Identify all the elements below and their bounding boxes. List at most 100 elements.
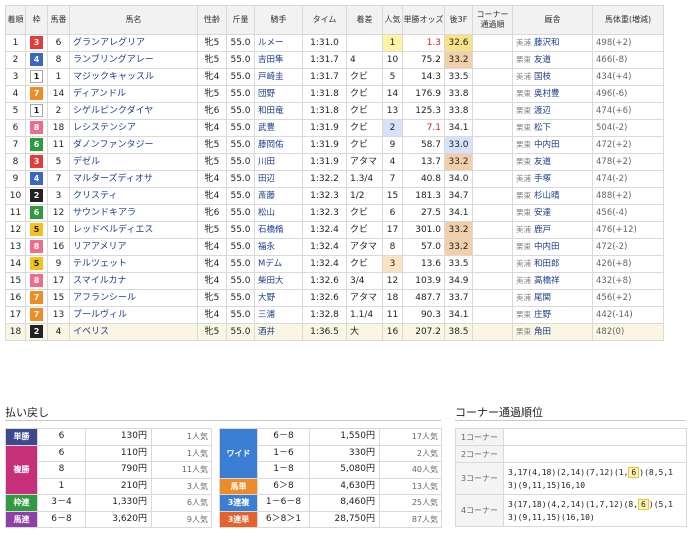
trainer-link[interactable]: 国枝 — [534, 72, 551, 82]
horse-name-link[interactable]: ダノンファンタジー — [69, 136, 198, 154]
trainer-link[interactable]: 安達 — [534, 208, 551, 218]
body-weight: 488(+2) — [592, 187, 664, 205]
horse-name-link[interactable]: リアアメリア — [69, 238, 198, 256]
trainer-link[interactable]: 中内田 — [534, 242, 560, 252]
waku-badge: 5 — [30, 222, 43, 236]
jockey-link[interactable]: 酒井 — [254, 323, 303, 341]
corner-row: 2コーナー — [455, 445, 687, 463]
corner-order — [472, 119, 513, 137]
trainer-link[interactable]: 友道 — [534, 55, 551, 65]
trainer-link[interactable]: 尾関 — [534, 293, 551, 303]
last-3f-time: 34.1 — [444, 306, 473, 324]
payout-popularity: 3人気 — [151, 477, 212, 495]
margin: アタマ — [346, 238, 383, 256]
result-row: 17 7 13 プールヴィル 牝4 55.0 三浦 1:32.8 1.1/4 11 90.3 34.1… — [5, 306, 664, 324]
result-row: 16 7 15 アフランシール 牝5 55.0 大野 1:32.6 アタマ 18 487.7 33.7… — [5, 289, 664, 307]
weight-carried: 55.0 — [226, 136, 255, 154]
jockey-link[interactable]: 戸崎圭 — [254, 68, 303, 86]
waku-cell: 1 — [25, 102, 48, 120]
jockey-link[interactable]: 武豊 — [254, 119, 303, 137]
jockey-link[interactable]: 福永 — [254, 238, 303, 256]
jockey-link[interactable]: 大野 — [254, 289, 303, 307]
trainer-link[interactable]: 鹿戸 — [534, 225, 551, 235]
sex-age: 牝5 — [197, 289, 227, 307]
jockey-link[interactable]: 斎藤 — [254, 187, 303, 205]
horse-name-link[interactable]: マルターズディオサ — [69, 170, 198, 188]
trainer-area: 栗東 — [516, 310, 531, 319]
corner-row: 3コーナー 3,17(4,18)(2,14)(7,12)(1, 6)(8,5,13)… — [455, 462, 687, 495]
corner-order — [472, 34, 513, 52]
payout-popularity: 25人気 — [379, 494, 442, 512]
popularity: 17 — [382, 221, 403, 239]
popularity: 15 — [382, 187, 403, 205]
weight-carried: 55.0 — [226, 204, 255, 222]
trainer-link[interactable]: 友道 — [534, 157, 551, 167]
horse-number: 16 — [47, 238, 70, 256]
popularity: 5 — [382, 68, 403, 86]
payout-row: 複勝 6 110円 1人気 — [5, 444, 212, 495]
trainer-cell: 美浦 和田郎 — [512, 255, 593, 273]
trainer-area: 栗東 — [516, 191, 531, 200]
trainer-link[interactable]: 手塚 — [534, 174, 551, 184]
horse-name-link[interactable]: ディアンドル — [69, 85, 198, 103]
horse-name-link[interactable]: クリスティ — [69, 187, 198, 205]
horse-name-link[interactable]: アフランシール — [69, 289, 198, 307]
bet-type-label: 3連複 — [219, 494, 258, 512]
jockey-link[interactable]: 田辺 — [254, 170, 303, 188]
horse-name-link[interactable]: サウンドキアラ — [69, 204, 198, 222]
corner-row: 1コーナー — [455, 428, 687, 446]
payout-table-left: 単勝 6 130円 1人気 複勝 6 110円 1人気 8 790円 11人気 1 210円 3人気 枠連 3… — [5, 428, 212, 528]
corner-order — [472, 187, 513, 205]
corner-order — [472, 204, 513, 222]
margin: クビ — [346, 119, 383, 137]
weight-carried: 55.0 — [226, 68, 255, 86]
horse-name-link[interactable]: プールヴィル — [69, 306, 198, 324]
horse-name-link[interactable]: イベリス — [69, 323, 198, 341]
horse-name-link[interactable]: グランアレグリア — [69, 34, 198, 52]
jockey-link[interactable]: 藤岡佑 — [254, 136, 303, 154]
trainer-link[interactable]: 杉山晴 — [534, 191, 560, 201]
horse-name-link[interactable]: テルツェット — [69, 255, 198, 273]
trainer-link[interactable]: 庄野 — [534, 310, 551, 320]
horse-name-link[interactable]: レシステンシア — [69, 119, 198, 137]
margin: 3/4 — [346, 272, 383, 290]
payout-popularity: 17人気 — [379, 428, 442, 446]
trainer-link[interactable]: 和田郎 — [534, 259, 560, 269]
win-odds: 40.8 — [402, 170, 445, 188]
payout-amount: 5,080円 — [309, 461, 380, 479]
horse-name-link[interactable]: マジックキャッスル — [69, 68, 198, 86]
jockey-link[interactable]: 松山 — [254, 204, 303, 222]
sex-age: 牝6 — [197, 204, 227, 222]
trainer-area: 栗東 — [516, 106, 531, 115]
result-row: 10 2 3 クリスティ 牝4 55.0 斎藤 1:32.3 1/2 15 181.3 34.7 栗東杉… — [5, 187, 664, 205]
finish-time: 1:31.7 — [302, 68, 347, 86]
horse-name-link[interactable]: シゲルピンクダイヤ — [69, 102, 198, 120]
jockey-link[interactable]: 石橋脩 — [254, 221, 303, 239]
jockey-link[interactable]: 団野 — [254, 85, 303, 103]
trainer-link[interactable]: 中内田 — [534, 140, 560, 150]
win-odds: 90.3 — [402, 306, 445, 324]
win-odds: 13.7 — [402, 153, 445, 171]
jockey-link[interactable]: 川田 — [254, 153, 303, 171]
weight-carried: 55.0 — [226, 255, 255, 273]
jockey-link[interactable]: 和田竜 — [254, 102, 303, 120]
jockey-link[interactable]: 三浦 — [254, 306, 303, 324]
jockey-link[interactable]: 吉田隼 — [254, 51, 303, 69]
horse-name-link[interactable]: デゼル — [69, 153, 198, 171]
horse-name-link[interactable]: スマイルカナ — [69, 272, 198, 290]
horse-name-link[interactable]: レッドベルディエス — [69, 221, 198, 239]
trainer-link[interactable]: 奥村豊 — [534, 89, 560, 99]
popularity: 12 — [382, 272, 403, 290]
horse-name-link[interactable]: ランブリングアレー — [69, 51, 198, 69]
trainer-link[interactable]: 高橋祥 — [534, 276, 560, 286]
sex-age: 牝6 — [197, 102, 227, 120]
jockey-link[interactable]: ルメー — [254, 34, 303, 52]
trainer-link[interactable]: 角田 — [534, 327, 551, 337]
trainer-link[interactable]: 渡辺 — [534, 106, 551, 116]
trainer-link[interactable]: 松下 — [534, 123, 551, 133]
jockey-link[interactable]: 柴田大 — [254, 272, 303, 290]
jockey-link[interactable]: Mデム — [254, 255, 303, 273]
payout-amount: 790円 — [85, 461, 152, 479]
trainer-link[interactable]: 藤沢和 — [534, 38, 560, 48]
result-row: 4 7 14 ディアンドル 牝5 55.0 団野 1:31.8 クビ 14 176.9 33.8 栗東奥… — [5, 85, 664, 103]
